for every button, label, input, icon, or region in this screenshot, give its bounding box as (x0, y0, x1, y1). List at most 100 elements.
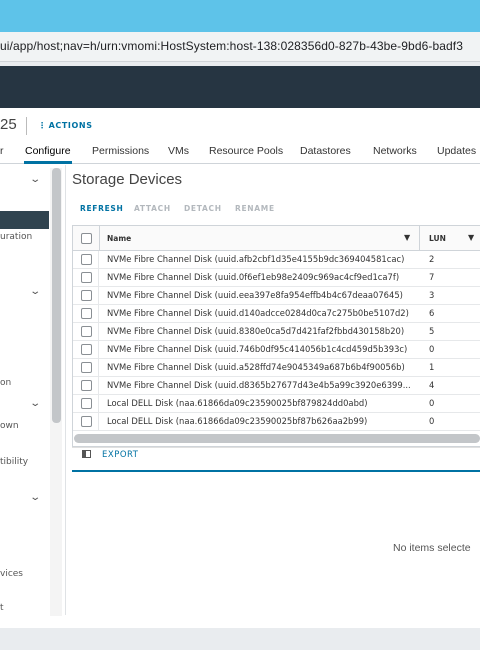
tab-datastores[interactable]: Datastores (300, 145, 351, 157)
row-checkbox-cell (73, 287, 99, 305)
rename-button[interactable]: RENAME (235, 204, 275, 213)
no-items-selected-message: No items selecte (393, 542, 471, 554)
device-name-cell: Local DELL Disk (naa.61866da09c23590025b… (107, 398, 368, 408)
row-checkbox[interactable] (81, 272, 92, 283)
table-row[interactable]: NVMe Fibre Channel Disk (uuid.afb2cbf1d3… (73, 251, 480, 269)
sidebar-item-own[interactable]: own (0, 421, 19, 431)
lun-cell: 3 (429, 290, 435, 300)
grid-horizontal-scrollbar[interactable] (74, 434, 480, 443)
details-divider (72, 470, 480, 472)
device-name-cell: NVMe Fibre Channel Disk (uuid.eea397e8fa… (107, 290, 403, 300)
table-row[interactable]: Local DELL Disk (naa.61866da09c23590025b… (73, 395, 480, 413)
detach-button[interactable]: DETACH (184, 204, 222, 213)
table-row[interactable]: NVMe Fibre Channel Disk (uuid.d140adcce0… (73, 305, 480, 323)
table-row[interactable]: NVMe Fibre Channel Disk (uuid.d8365b2767… (73, 377, 480, 395)
row-checkbox-cell (73, 341, 99, 359)
more-vertical-icon: ⋮ (38, 121, 47, 130)
sidebar-scrollbar-thumb[interactable] (52, 168, 61, 423)
page-title: 25 (0, 116, 17, 133)
row-checkbox[interactable] (81, 344, 92, 355)
row-checkbox-cell (73, 377, 99, 395)
lun-cell: 6 (429, 308, 435, 318)
lun-cell: 5 (429, 326, 435, 336)
chevron-down-icon[interactable]: ⌄ (29, 174, 41, 185)
column-toggle-icon[interactable] (82, 450, 91, 458)
device-name-cell: NVMe Fibre Channel Disk (uuid.746b0df95c… (107, 344, 408, 354)
tab-updates[interactable]: Updates (437, 145, 476, 157)
row-checkbox[interactable] (81, 326, 92, 337)
row-checkbox[interactable] (81, 362, 92, 373)
sidebar-item-compatibility[interactable]: tibility (0, 457, 28, 467)
row-checkbox-cell (73, 251, 99, 269)
device-name-cell: NVMe Fibre Channel Disk (uuid.afb2cbf1d3… (107, 254, 405, 264)
table-row[interactable]: Local DELL Disk (naa.61866da09c23590025b… (73, 413, 480, 431)
tab-resource-pools[interactable]: Resource Pools (209, 145, 283, 157)
device-name-cell: NVMe Fibre Channel Disk (uuid.a528ffd74e… (107, 362, 405, 372)
row-checkbox[interactable] (81, 254, 92, 265)
tab-summary[interactable]: r (0, 145, 4, 157)
lun-cell: 4 (429, 380, 435, 390)
tab-permissions[interactable]: Permissions (92, 145, 149, 157)
column-header-name[interactable]: Name (107, 234, 131, 243)
browser-titlebar (0, 0, 480, 32)
lun-cell: 0 (429, 416, 435, 426)
lun-cell: 0 (429, 344, 435, 354)
select-all-checkbox[interactable] (81, 233, 92, 244)
grid-header: Name ▼ LUN ▼ (73, 226, 480, 251)
table-row[interactable]: NVMe Fibre Channel Disk (uuid.eea397e8fa… (73, 287, 480, 305)
row-checkbox-cell (73, 269, 99, 287)
row-checkbox[interactable] (81, 290, 92, 301)
active-tab-indicator (24, 161, 72, 164)
filter-icon[interactable]: ▼ (468, 233, 474, 242)
table-row[interactable]: NVMe Fibre Channel Disk (uuid.746b0df95c… (73, 341, 480, 359)
row-checkbox-cell (73, 395, 99, 413)
section-title: Storage Devices (72, 171, 183, 188)
tab-bar: r Configure Permissions VMs Resource Poo… (0, 140, 480, 164)
refresh-button[interactable]: REFRESH (80, 204, 124, 213)
export-button[interactable]: EXPORT (102, 450, 139, 460)
row-checkbox-cell (73, 323, 99, 341)
sidebar-item-t[interactable]: t (0, 603, 4, 613)
row-checkbox[interactable] (81, 308, 92, 319)
sidebar-item-on[interactable]: on (0, 378, 11, 388)
chevron-down-icon[interactable]: ⌄ (29, 286, 41, 297)
lun-cell: 7 (429, 272, 435, 282)
device-name-cell: NVMe Fibre Channel Disk (uuid.d8365b2767… (107, 380, 411, 390)
attach-button[interactable]: ATTACH (134, 204, 171, 213)
tab-vms[interactable]: VMs (168, 145, 189, 157)
lun-cell: 0 (429, 398, 435, 408)
row-checkbox[interactable] (81, 416, 92, 427)
device-name-cell: NVMe Fibre Channel Disk (uuid.d140adcce0… (107, 308, 409, 318)
column-header-lun[interactable]: LUN (429, 234, 446, 243)
chevron-down-icon[interactable]: ⌄ (29, 492, 41, 503)
table-row[interactable]: NVMe Fibre Channel Disk (uuid.8380e0ca5d… (73, 323, 480, 341)
table-row[interactable]: NVMe Fibre Channel Disk (uuid.0f6ef1eb98… (73, 269, 480, 287)
url-text[interactable]: ui/app/host;nav=h/urn:vmomi:HostSystem:h… (0, 39, 463, 53)
sidebar-item-devices[interactable]: vices (0, 569, 23, 579)
tab-configure[interactable]: Configure (25, 145, 71, 157)
tab-networks[interactable]: Networks (373, 145, 417, 157)
sidebar-item-configuration[interactable]: uration (0, 232, 32, 242)
row-checkbox[interactable] (81, 398, 92, 409)
device-name-cell: NVMe Fibre Channel Disk (uuid.0f6ef1eb98… (107, 272, 400, 282)
status-bar (0, 628, 480, 650)
top-navigation-bar (0, 66, 480, 108)
table-row[interactable]: NVMe Fibre Channel Disk (uuid.a528ffd74e… (73, 359, 480, 377)
lun-cell: 1 (429, 362, 435, 372)
column-divider[interactable] (419, 226, 420, 251)
actions-button[interactable]: ⋮ ACTIONS (38, 121, 93, 130)
sidebar-item-storage-devices-selected[interactable] (0, 211, 49, 229)
column-divider (99, 226, 100, 251)
row-checkbox[interactable] (81, 380, 92, 391)
lun-cell: 2 (429, 254, 435, 264)
row-checkbox-cell (73, 305, 99, 323)
filter-icon[interactable]: ▼ (404, 233, 410, 242)
row-checkbox-cell (73, 359, 99, 377)
chevron-down-icon[interactable]: ⌄ (29, 398, 41, 409)
row-checkbox-cell (73, 413, 99, 431)
device-name-cell: NVMe Fibre Channel Disk (uuid.8380e0ca5d… (107, 326, 405, 336)
actions-label: ACTIONS (48, 121, 93, 130)
storage-devices-grid: Name ▼ LUN ▼ NVMe Fibre Channel Disk (uu… (72, 225, 480, 447)
device-name-cell: Local DELL Disk (naa.61866da09c23590025b… (107, 416, 368, 426)
browser-address-bar[interactable]: ui/app/host;nav=h/urn:vmomi:HostSystem:h… (0, 32, 480, 62)
